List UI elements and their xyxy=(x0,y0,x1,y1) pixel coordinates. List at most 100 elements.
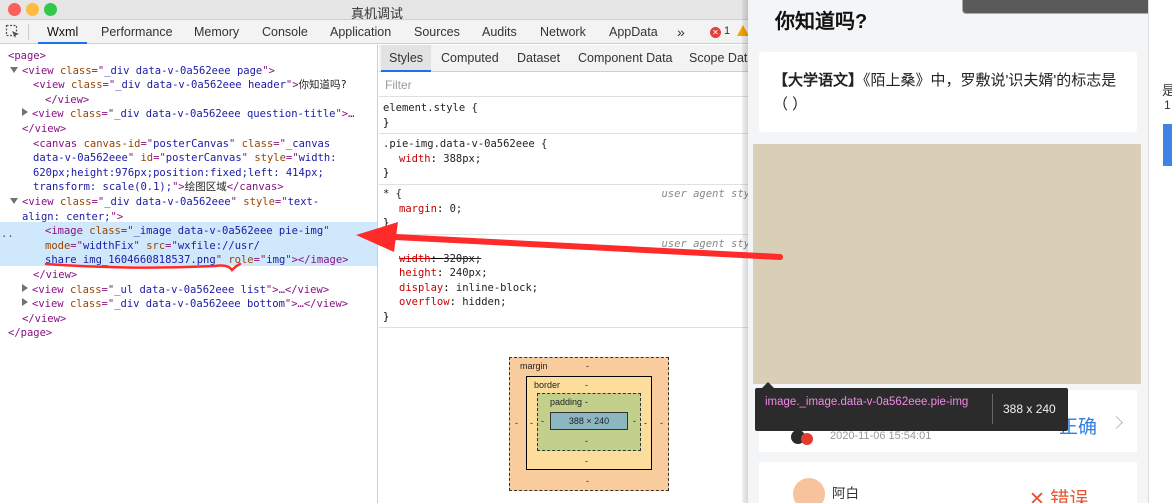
css-rule[interactable]: user agent sty width: 320px; height: 240px… xyxy=(379,234,754,328)
title-bar: 真机调试 xyxy=(0,0,754,21)
css-declaration[interactable]: overflow: hidden; xyxy=(383,295,750,310)
dom-node-line[interactable]: <image class="_image data-v-0a562eee pie… xyxy=(45,224,330,239)
elements-tree[interactable]: .. <page> <view class="_div data-v-0a562e… xyxy=(0,45,378,503)
code-token: class xyxy=(59,196,92,208)
dom-node-line[interactable]: </view> xyxy=(22,122,66,137)
dom-node-line[interactable]: transform: scale(0.1);">绘图区域</canvas> xyxy=(33,180,284,195)
inspect-element-icon[interactable] xyxy=(5,24,21,40)
subtab-dataset[interactable]: Dataset xyxy=(517,45,560,72)
code-token: _div data-v-0a562eee question-title xyxy=(114,108,336,121)
css-property: width xyxy=(399,252,431,265)
padding-left-value: - xyxy=(541,416,544,426)
page-title: 你知道吗? xyxy=(775,11,868,33)
code-token: " xyxy=(323,225,330,238)
code-token: _canvas xyxy=(285,137,331,150)
rule-source[interactable]: user agent sty xyxy=(661,187,750,202)
expand-right-icon[interactable] xyxy=(22,108,28,117)
code-token: transform: scale(0.1); xyxy=(33,181,173,194)
subtab-computed[interactable]: Computed xyxy=(441,45,499,72)
tab-performance[interactable]: Performance xyxy=(101,20,173,44)
tab-console[interactable]: Console xyxy=(262,20,308,44)
code-token: =" xyxy=(274,196,288,208)
code-token: </page> xyxy=(8,327,53,340)
answer-item[interactable]: 阿白 ✕ 错误 xyxy=(759,462,1137,503)
dom-node-line[interactable]: <page> xyxy=(8,49,46,64)
subtab-styles[interactable]: Styles xyxy=(381,45,432,72)
dom-node-line[interactable]: <view class="_div data-v-0a562eee questi… xyxy=(22,107,354,122)
subtab-component-data[interactable]: Component Data xyxy=(578,45,673,72)
tab-sources[interactable]: Sources xyxy=(414,20,460,44)
dom-node-line[interactable]: <view class="_div data-v-0a562eee" style… xyxy=(10,195,319,210)
code-token: =" xyxy=(91,196,105,208)
css-declaration[interactable]: display: inline-block; xyxy=(383,281,750,296)
dom-node-line[interactable]: </view> xyxy=(45,93,89,108)
css-rule[interactable]: .pie-img.data-v-0a562eee { width: 388px;… xyxy=(379,134,754,185)
dom-node-line[interactable]: <view class="_ul data-v-0a562eee list">…… xyxy=(22,283,329,298)
expand-right-icon[interactable] xyxy=(22,283,28,292)
css-value: 320px; xyxy=(443,252,482,265)
dom-node-line[interactable]: <canvas canvas-id="posterCanvas" class="… xyxy=(33,137,330,152)
simulator-top-button[interactable] xyxy=(962,0,1148,14)
question-category: 【大学语文】 xyxy=(773,72,864,89)
edge-text: 是 xyxy=(1162,83,1172,98)
tab-appdata[interactable]: AppData xyxy=(609,20,658,44)
dom-node-line[interactable]: mode="widthFix" src="wxfile://usr/ xyxy=(45,239,260,254)
dom-node-line[interactable]: </view> xyxy=(33,268,77,283)
dom-node-line[interactable]: share_img_1604660818537.png" role="img">… xyxy=(45,253,348,268)
tab-wxml[interactable]: Wxml xyxy=(38,20,88,44)
dom-node-line[interactable]: <view class="_div data-v-0a562eee bottom… xyxy=(22,297,348,312)
css-property: overflow xyxy=(399,296,450,308)
code-token: =" xyxy=(91,64,105,77)
code-token: " xyxy=(215,254,229,267)
dom-node-line[interactable]: 620px;height:976px;position:fixed;left: … xyxy=(33,166,324,181)
css-rule[interactable]: element.style { } xyxy=(379,98,754,134)
devtools-window: 真机调试 Wxml Performance Memory Console App… xyxy=(0,0,754,503)
more-tabs-button[interactable]: » xyxy=(677,20,685,44)
error-badge[interactable]: ✕ 1 xyxy=(710,25,730,38)
code-token: =" xyxy=(140,137,154,150)
code-token: posterCanvas xyxy=(165,152,242,165)
code-token: =" xyxy=(70,239,83,252)
code-token: "> xyxy=(262,64,275,77)
expand-down-icon[interactable] xyxy=(10,66,18,73)
code-token: "></image> xyxy=(285,254,349,267)
tab-network[interactable]: Network xyxy=(540,20,586,44)
css-declaration[interactable]: height: 240px; xyxy=(383,266,750,281)
code-token: ">… xyxy=(335,108,355,121)
expand-down-icon[interactable] xyxy=(10,198,18,204)
pie-image[interactable] xyxy=(753,144,1141,384)
error-icon: ✕ xyxy=(710,27,721,38)
code-token: =" xyxy=(101,298,115,311)
dom-node-line[interactable]: </page> xyxy=(8,326,52,341)
css-selector: .pie-img.data-v-0a562eee { xyxy=(383,138,548,150)
css-property: width xyxy=(399,152,431,165)
dom-node-line[interactable]: align: center;"> xyxy=(22,210,123,225)
css-declaration[interactable]: width: 320px; xyxy=(383,252,750,267)
tab-audits[interactable]: Audits xyxy=(482,20,517,44)
css-declaration[interactable]: margin: 0; xyxy=(383,202,750,217)
expand-right-icon[interactable] xyxy=(22,298,28,307)
css-rule[interactable]: * { user agent sty margin: 0;} xyxy=(379,184,754,235)
tab-memory[interactable]: Memory xyxy=(194,20,239,44)
code-token: share_img_1604660818537.png xyxy=(45,254,216,267)
dom-node-line[interactable]: data-v-0a562eee" id="posterCanvas" style… xyxy=(33,151,337,166)
devtools-tabbar: Wxml Performance Memory Console Applicat… xyxy=(0,20,754,44)
rule-source[interactable]: user agent sty xyxy=(661,237,750,252)
code-token: wxfile://usr/ xyxy=(177,239,260,252)
styles-filter-input[interactable]: Filter xyxy=(379,73,754,97)
selected-node-dots: .. xyxy=(1,228,14,240)
css-declaration[interactable]: width: 388px; xyxy=(383,152,750,167)
code-token: =" xyxy=(101,108,115,121)
dom-node-line[interactable]: </view> xyxy=(22,312,66,327)
box-model-border: border - - - - padding - - - - 388 × 240 xyxy=(526,376,652,470)
code-token: text- xyxy=(287,196,320,208)
dom-node-line[interactable]: <view class="_div data-v-0a562eee header… xyxy=(33,78,347,93)
css-value: 0; xyxy=(449,202,463,215)
margin-label: margin xyxy=(520,361,548,371)
code-token: ">…</view> xyxy=(284,298,349,311)
code-token: canvas-id xyxy=(83,137,141,150)
margin-left-value: - xyxy=(515,418,518,428)
dom-node-line[interactable]: <view class="_div data-v-0a562eee page"> xyxy=(10,64,275,79)
tab-application[interactable]: Application xyxy=(330,20,391,44)
code-token: </view> xyxy=(33,269,78,281)
